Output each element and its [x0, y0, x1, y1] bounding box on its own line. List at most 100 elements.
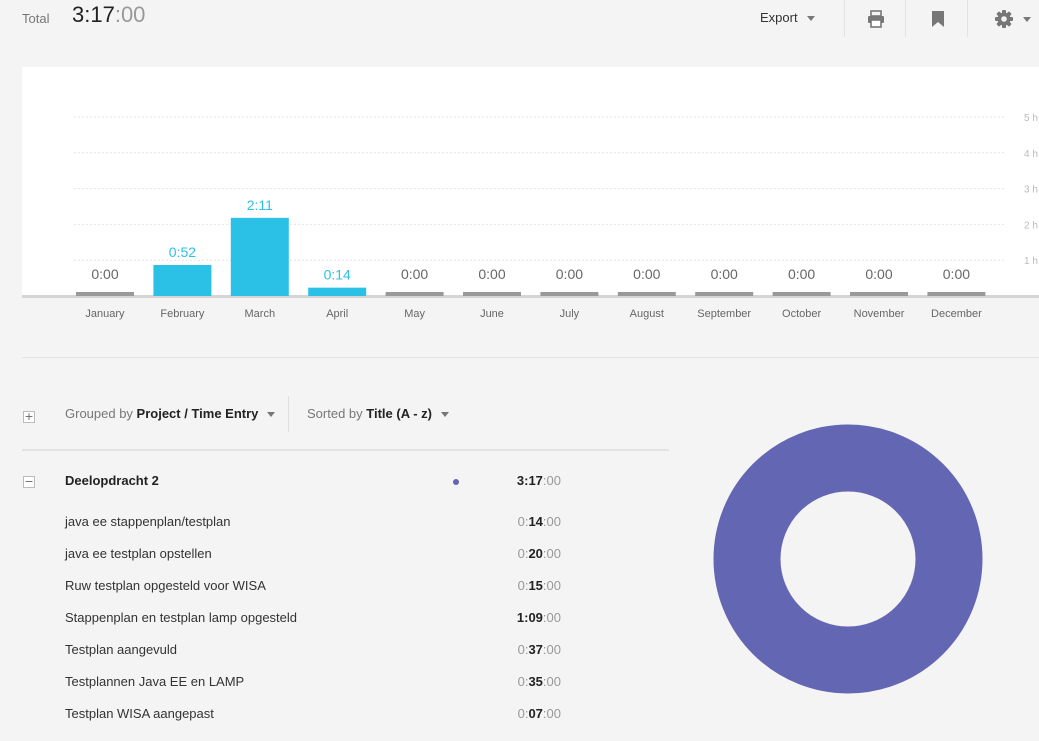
time-entry-minutes: 09 — [528, 610, 543, 625]
bar-october — [772, 292, 831, 296]
y-tick-label: 1 h — [1024, 256, 1038, 267]
bar-july — [540, 292, 599, 296]
time-entry-duration: 1:09:00 — [440, 610, 561, 625]
bar-chart-svg: 1 h 2 h 3 h 4 h 5 h 0:00 0:52 2:11 0:14 0:00 0:00 0… — [74, 113, 1038, 296]
project-name: Deelopdracht 2 — [65, 473, 159, 488]
bar-value-label: 0:00 — [633, 266, 660, 282]
y-tick-label: 2 h — [1024, 220, 1038, 231]
list-divider — [22, 449, 669, 451]
time-entry-minutes: 35 — [528, 674, 543, 689]
bar-value-label: 0:00 — [788, 266, 815, 282]
x-tick-label: January — [85, 308, 125, 320]
bar-value-label: 0:00 — [556, 266, 583, 282]
total-seconds: :00 — [114, 2, 146, 27]
time-entry-hours: 1: — [516, 610, 529, 625]
bar-april — [308, 287, 367, 296]
time-entry-title[interactable]: java ee stappenplan/testplan — [65, 514, 231, 529]
time-entry-seconds: :00 — [542, 674, 561, 689]
total-label: Total — [22, 11, 50, 26]
time-entry-seconds: :00 — [542, 514, 561, 529]
time-entry-title[interactable]: Ruw testplan opgesteld voor WISA — [65, 578, 266, 593]
y-tick-label: 4 h — [1024, 149, 1038, 160]
x-tick-label: April — [326, 308, 348, 320]
grouped-by-value: Project / Time Entry — [136, 406, 259, 421]
settings-menu[interactable] — [994, 9, 1032, 29]
bar-value-label: 0:00 — [943, 266, 970, 282]
collapse-project-button[interactable]: − — [23, 476, 35, 488]
time-entry-duration: 0:37:00 — [440, 642, 561, 657]
bookmark-icon[interactable] — [928, 9, 948, 29]
chevron-down-icon — [440, 412, 449, 418]
chevron-down-icon — [267, 412, 276, 418]
x-tick-label: August — [630, 308, 664, 320]
bar-value-label: 0:00 — [711, 266, 738, 282]
total-hours-minutes: 3:17 — [72, 2, 115, 27]
project-duration: 3:17:00 — [440, 473, 561, 488]
x-tick-label: September — [697, 308, 751, 320]
bar-june — [463, 292, 521, 296]
time-entry-duration: 0:35:00 — [440, 674, 561, 689]
grouped-by-label: Grouped by — [65, 406, 137, 421]
bar-september — [695, 292, 754, 296]
time-entry-seconds: :00 — [542, 546, 561, 561]
time-entry-seconds: :00 — [542, 642, 561, 657]
toolbar-divider — [905, 0, 906, 37]
bar-january — [76, 292, 134, 296]
time-entry-duration: 0:15:00 — [440, 578, 561, 593]
time-entry-duration: 0:20:00 — [440, 546, 561, 561]
x-tick-label: July — [560, 308, 580, 320]
project-donut-chart — [713, 424, 983, 694]
export-button[interactable]: Export — [760, 10, 815, 25]
time-entry-seconds: :00 — [542, 578, 561, 593]
y-tick-label: 5 h — [1024, 113, 1038, 124]
bar-value-label: 0:00 — [478, 266, 505, 282]
time-entry-title[interactable]: Testplan WISA aangepast — [65, 706, 214, 721]
x-tick-label: October — [782, 308, 821, 320]
x-tick-label: November — [854, 308, 905, 320]
chevron-down-icon — [806, 16, 815, 22]
bar-march — [230, 217, 289, 296]
project-duration-sec: :00 — [542, 473, 561, 488]
time-entry-hours: 0: — [517, 706, 529, 721]
x-tick-label: June — [480, 308, 504, 320]
x-tick-label: March — [245, 308, 276, 320]
donut-slice[interactable] — [713, 424, 983, 694]
bar-value-label: 0:00 — [91, 266, 118, 282]
time-entry-minutes: 07 — [528, 706, 543, 721]
time-entry-title[interactable]: java ee testplan opstellen — [65, 546, 212, 561]
time-entry-duration: 0:14:00 — [440, 514, 561, 529]
print-icon[interactable] — [866, 9, 886, 29]
time-entry-title[interactable]: Stappenplan en testplan lamp opgesteld — [65, 610, 297, 625]
sorted-by-dropdown[interactable]: Sorted by Title (A - z) — [307, 406, 449, 421]
month-axis: January February March April May June July Augu… — [85, 308, 982, 320]
time-entry-title[interactable]: Testplannen Java EE en LAMP — [65, 674, 244, 689]
control-divider — [288, 396, 289, 432]
bar-may — [385, 292, 444, 296]
time-entry-seconds: :00 — [542, 610, 561, 625]
time-entry-minutes: 37 — [528, 642, 543, 657]
project-duration-hm: 3:17 — [516, 473, 543, 488]
time-entry-hours: 0: — [517, 642, 529, 657]
sorted-by-value: Title (A - z) — [366, 406, 432, 421]
sorted-by-label: Sorted by — [307, 406, 367, 421]
section-divider — [22, 357, 1039, 358]
time-entry-hours: 0: — [517, 578, 529, 593]
bar-february — [153, 264, 212, 296]
top-toolbar: Total 3:17:00 Export — [0, 0, 1039, 38]
bar-value-label: 0:00 — [401, 266, 428, 282]
bar-value-label: 0:52 — [169, 244, 196, 260]
time-entry-hours: 0: — [517, 514, 529, 529]
export-label: Export — [760, 10, 798, 25]
time-entry-hours: 0: — [517, 546, 529, 561]
monthly-bar-chart: 1 h 2 h 3 h 4 h 5 h 0:00 0:52 2:11 0:14 0:00 0:00 0… — [22, 67, 1039, 298]
x-tick-label: December — [931, 308, 982, 320]
expand-all-button[interactable]: + — [23, 411, 35, 423]
time-entry-duration: 0:07:00 — [440, 706, 561, 721]
bar-value-label: 0:14 — [324, 267, 351, 283]
y-tick-label: 3 h — [1024, 185, 1038, 196]
time-entry-title[interactable]: Testplan aangevuld — [65, 642, 177, 657]
bar-august — [617, 292, 676, 296]
grouped-by-dropdown[interactable]: Grouped by Project / Time Entry — [65, 406, 276, 421]
time-entry-minutes: 15 — [528, 578, 543, 593]
x-tick-label: February — [160, 308, 205, 320]
